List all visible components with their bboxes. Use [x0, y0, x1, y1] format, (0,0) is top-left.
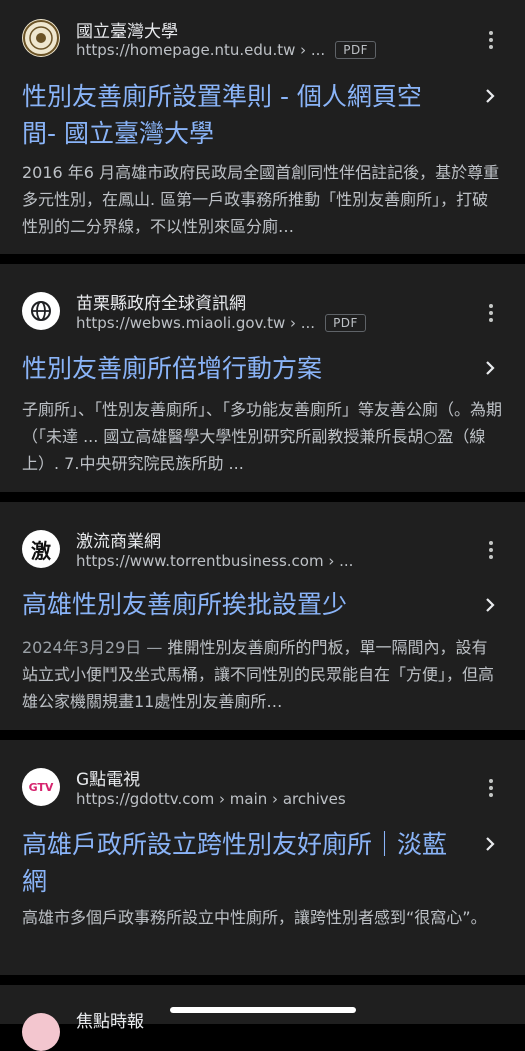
- site-name: 苗栗縣政府全球資訊網: [76, 294, 246, 314]
- result-title[interactable]: 高雄性別友善廁所挨批設置少: [22, 586, 452, 623]
- result-url[interactable]: https://homepage.ntu.edu.tw › ... PDF: [76, 41, 377, 59]
- chevron-right-icon[interactable]: [483, 598, 497, 612]
- result-snippet: 高雄市多個戶政事務所設立中性廁所，讓跨性別者感到“很窩心”。: [22, 908, 487, 927]
- search-result-card[interactable]: 苗栗縣政府全球資訊網 https://webws.miaoli.gov.tw ›…: [0, 264, 525, 492]
- url-text: https://homepage.ntu.edu.tw › ...: [76, 41, 326, 59]
- result-url[interactable]: https://webws.miaoli.gov.tw › ... PDF: [76, 314, 366, 332]
- more-options-icon[interactable]: [481, 301, 501, 325]
- result-title[interactable]: 性別友善廁所設置準則 - 個人網頁空間- 國立臺灣大學: [22, 78, 452, 152]
- site-name: 焦點時報: [76, 1012, 144, 1032]
- site-name: G點電視: [76, 770, 141, 790]
- search-result-card[interactable]: 焦點時報: [0, 985, 525, 1051]
- more-options-icon[interactable]: [481, 28, 501, 52]
- chevron-right-icon[interactable]: [483, 361, 497, 375]
- search-result-card[interactable]: 激 激流商業網 https://www.torrentbusiness.com …: [0, 502, 525, 730]
- result-url[interactable]: https://www.torrentbusiness.com › ...: [76, 552, 353, 570]
- result-title[interactable]: 高雄戶政所設立跨性別友好廁所｜淡藍網: [22, 826, 452, 900]
- url-text: https://www.torrentbusiness.com › ...: [76, 552, 354, 570]
- more-options-icon[interactable]: [481, 776, 501, 800]
- pdf-badge: PDF: [335, 41, 377, 59]
- more-options-icon[interactable]: [481, 538, 501, 562]
- globe-icon: [22, 292, 60, 330]
- url-text: https://webws.miaoli.gov.tw › ...: [76, 314, 316, 332]
- gtv-logo-icon: GTV: [22, 768, 60, 806]
- url-text: https://gdottv.com › main › archives: [76, 790, 346, 808]
- torrent-business-logo-icon: 激: [22, 530, 60, 568]
- result-date: 2024年3月29日 —: [22, 638, 168, 657]
- site-name: 國立臺灣大學: [76, 22, 178, 42]
- ntu-seal-icon: [22, 19, 60, 57]
- result-snippet: 子廁所」、「性別友善廁所」、「多功能友善廁所」等友善公廁（。為期（「未達 ...…: [22, 400, 503, 473]
- result-snippet: 2016 年6 月高雄市政府民政局全國首創同性伴侶註記後，基於尊重多元性別，在鳳…: [22, 163, 500, 236]
- home-indicator[interactable]: [170, 1007, 356, 1013]
- search-result-card[interactable]: GTV G點電視 https://gdottv.com › main › arc…: [0, 740, 525, 975]
- site-name: 激流商業網: [76, 532, 161, 552]
- focus-news-logo-icon: [22, 1013, 60, 1051]
- result-title[interactable]: 性別友善廁所倍增行動方案: [22, 350, 452, 387]
- result-url[interactable]: https://gdottv.com › main › archives: [76, 790, 346, 808]
- result-snippet: 2024年3月29日 — 推開性別友善廁所的門板，單一隔間內，設有站立式小便鬥及…: [22, 634, 502, 715]
- favicon-letter: 激: [31, 538, 51, 563]
- favicon-letter: GTV: [28, 780, 54, 794]
- chevron-right-icon[interactable]: [483, 837, 497, 851]
- pdf-badge: PDF: [325, 314, 366, 332]
- chevron-right-icon[interactable]: [483, 89, 497, 103]
- search-result-card[interactable]: 國立臺灣大學 https://homepage.ntu.edu.tw › ...…: [0, 0, 525, 254]
